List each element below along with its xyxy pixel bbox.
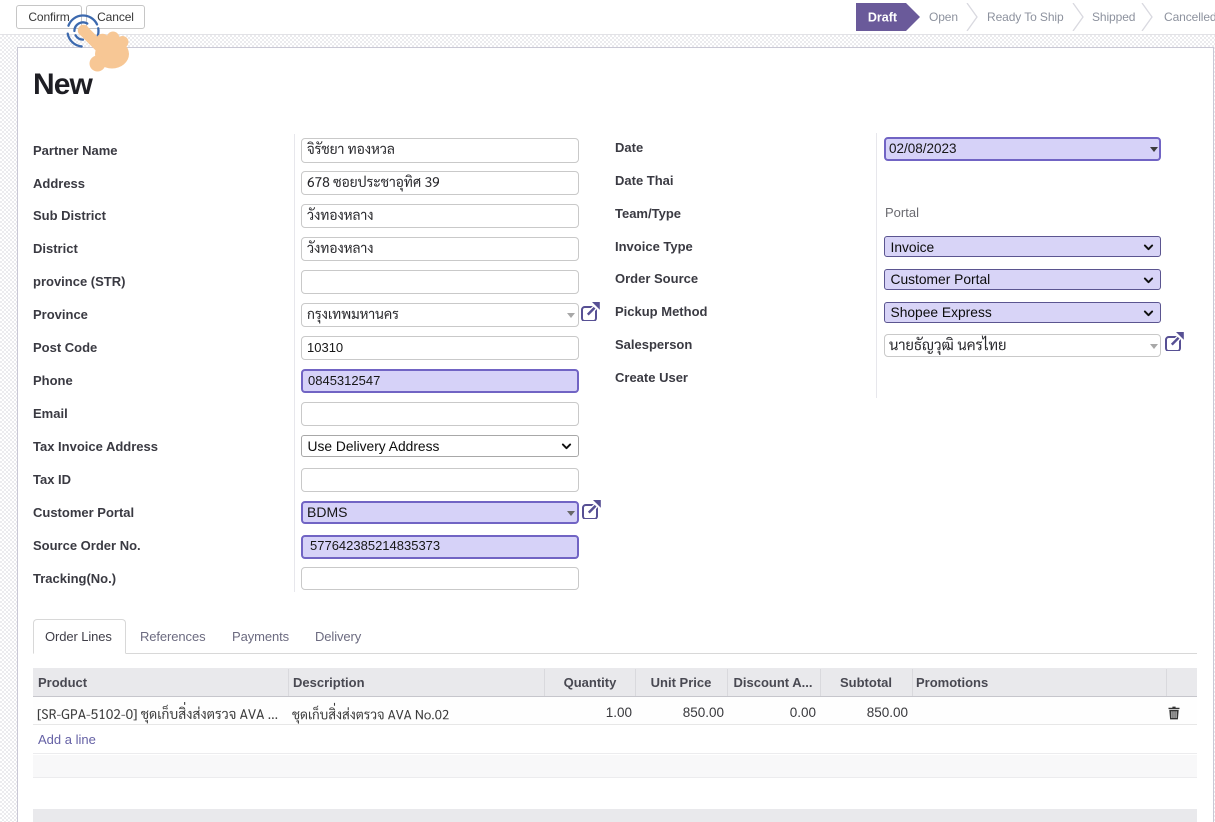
- svg-text:Draft: Draft: [868, 11, 898, 25]
